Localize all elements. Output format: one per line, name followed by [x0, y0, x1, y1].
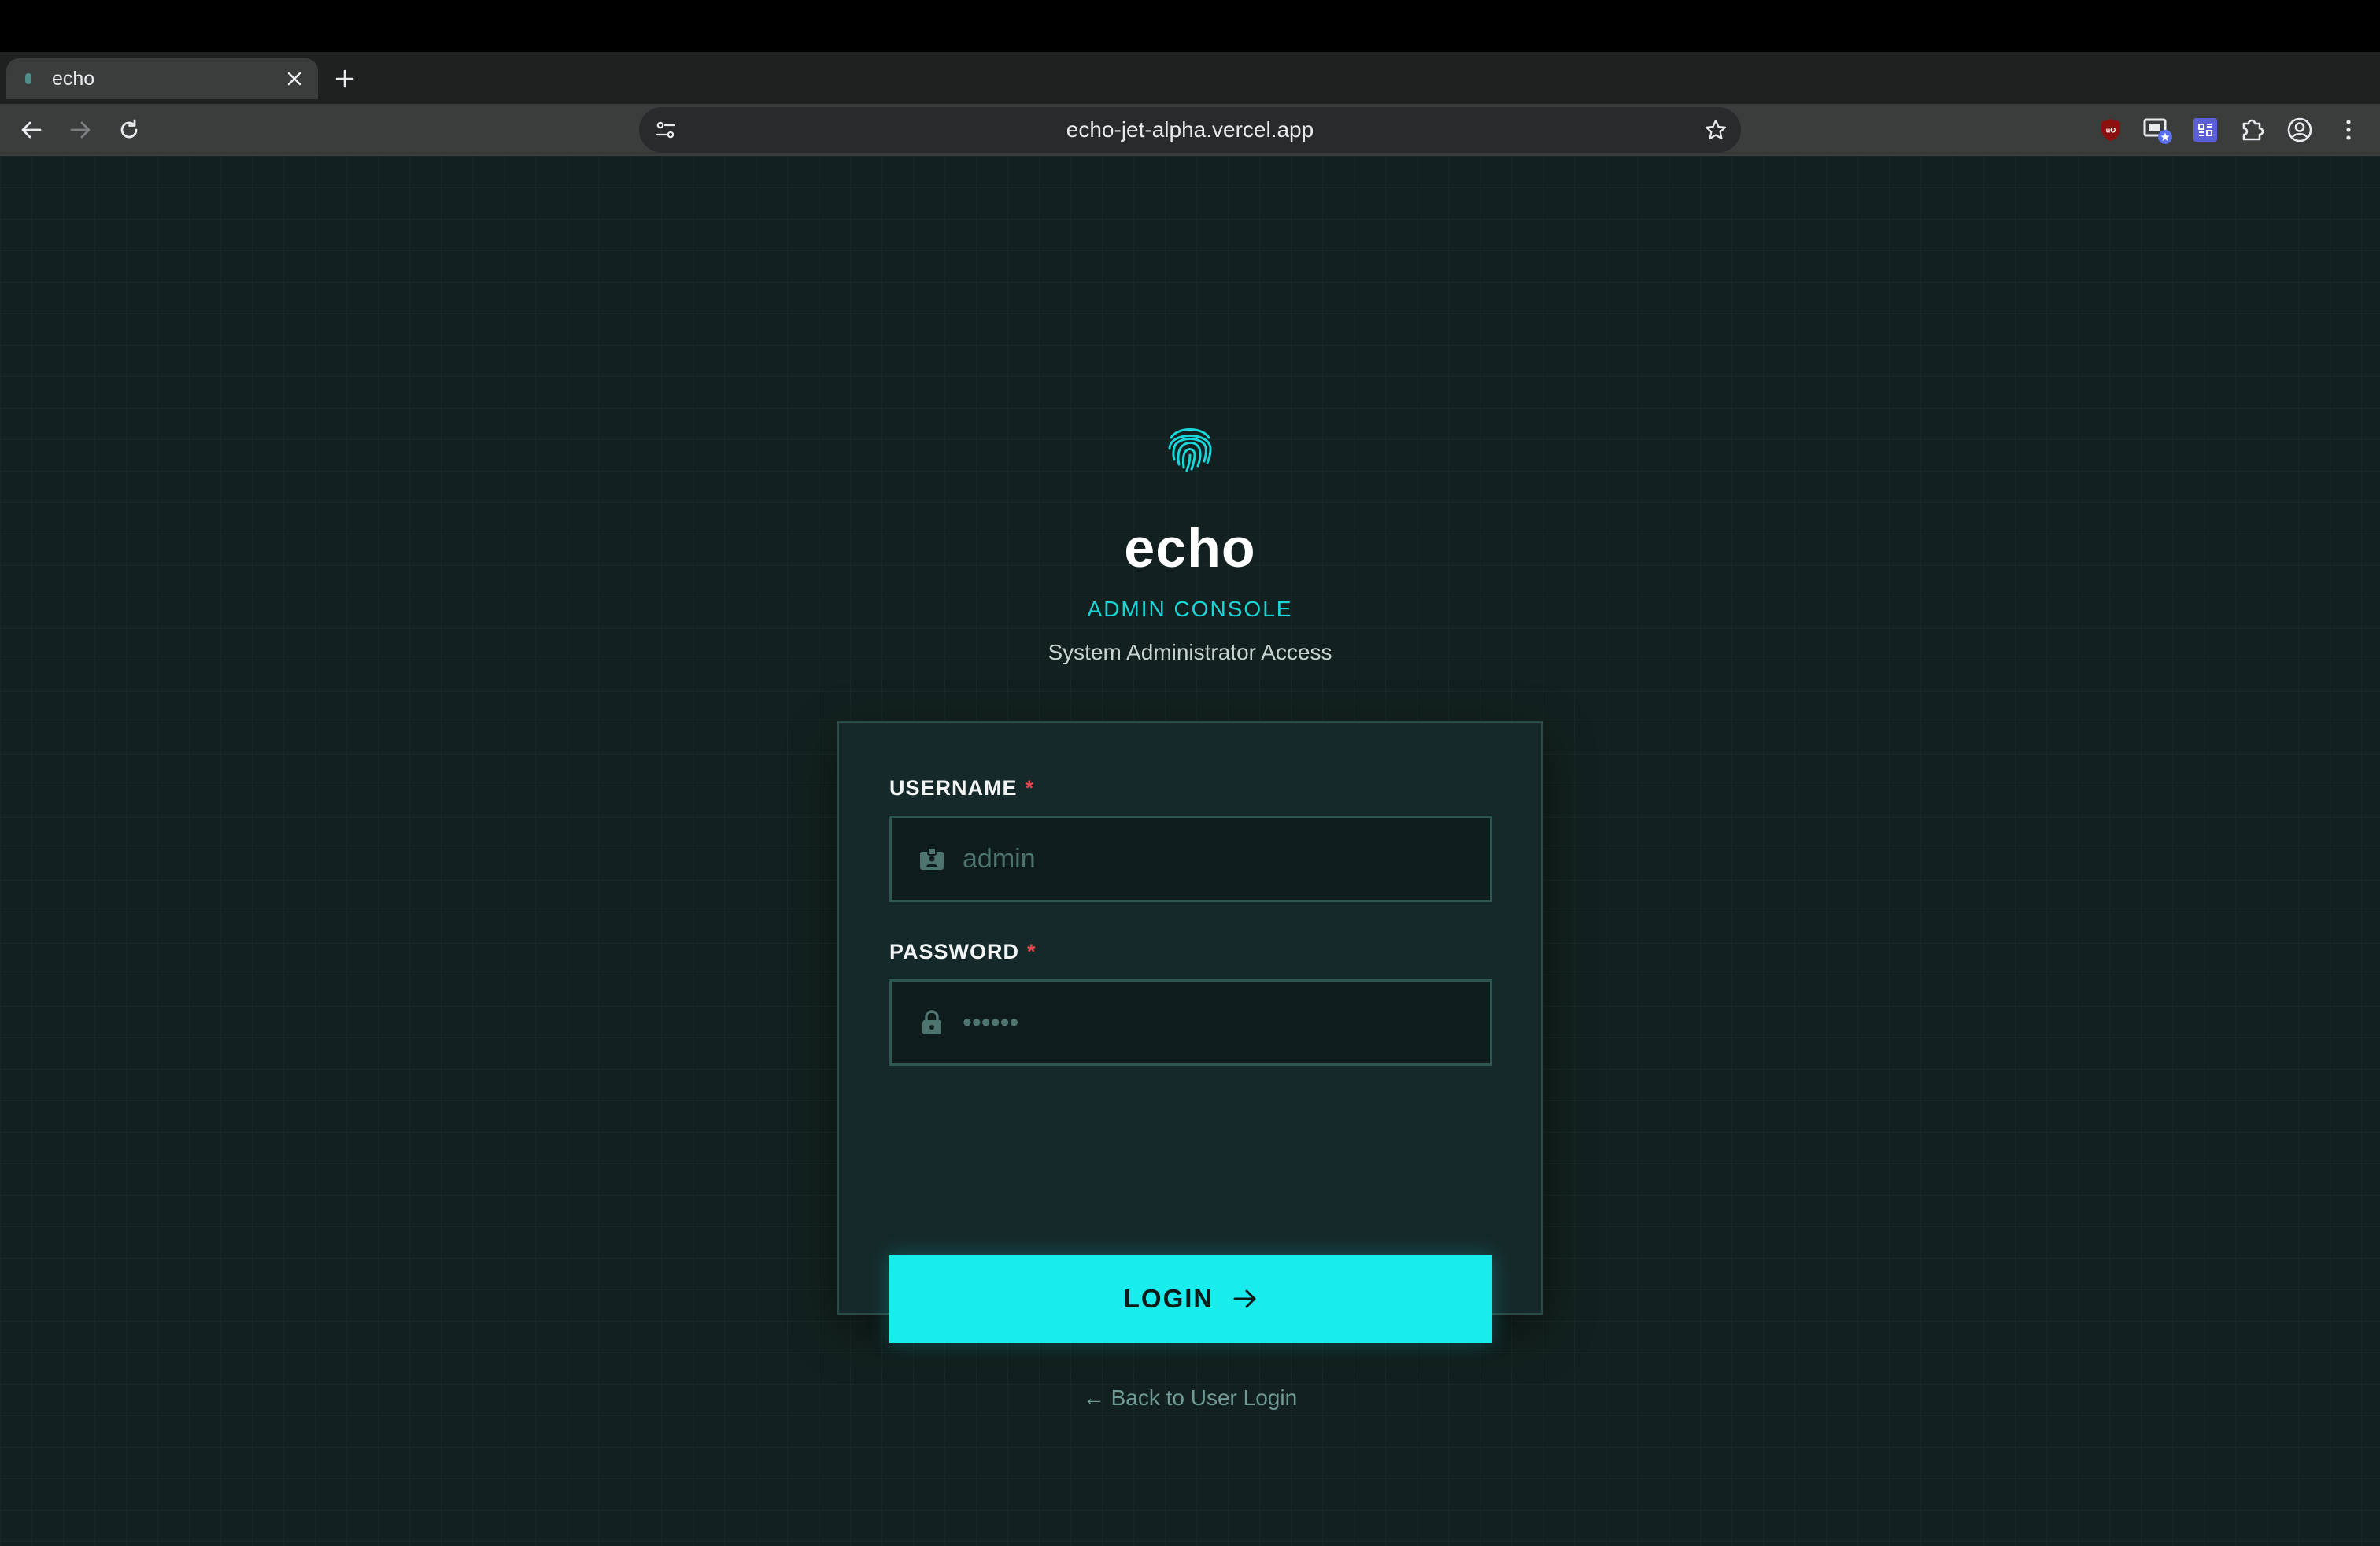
- echo-favicon-icon: [25, 73, 31, 84]
- password-field[interactable]: [889, 979, 1492, 1066]
- username-input[interactable]: [963, 843, 1466, 875]
- arrow-right-icon: [1232, 1287, 1258, 1311]
- login-card: USERNAME * PASSWORD * LOGIN ← Back to User…: [837, 721, 1543, 1410]
- login-button[interactable]: LOGIN: [889, 1255, 1492, 1343]
- browser-tab[interactable]: echo: [6, 58, 318, 99]
- console-label: ADMIN CONSOLE: [1087, 597, 1293, 621]
- picture-in-picture-extension-icon[interactable]: [2142, 114, 2174, 146]
- id-badge-icon: [915, 842, 948, 875]
- tab-title: echo: [52, 67, 95, 90]
- required-marker: *: [1027, 940, 1037, 963]
- extension-icon[interactable]: [2190, 114, 2221, 146]
- reload-icon[interactable]: [110, 111, 148, 149]
- os-menu-bar: [0, 0, 2380, 52]
- extensions-puzzle-icon[interactable]: [2237, 114, 2268, 146]
- page-subtitle: System Administrator Access: [1048, 640, 1332, 664]
- profile-icon[interactable]: [2284, 114, 2315, 146]
- password-label-text: PASSWORD: [889, 940, 1020, 963]
- new-tab-icon[interactable]: [329, 63, 360, 94]
- ublock-extension-icon[interactable]: uO: [2095, 114, 2127, 146]
- back-to-user-login-link[interactable]: ← Back to User Login: [839, 1385, 1541, 1411]
- address-bar[interactable]: echo-jet-alpha.vercel.app: [639, 107, 1741, 153]
- required-marker: *: [1025, 776, 1035, 800]
- username-label: USERNAME *: [889, 776, 1034, 801]
- username-label-text: USERNAME: [889, 776, 1018, 800]
- password-input[interactable]: [963, 1007, 1466, 1038]
- lock-icon: [915, 1006, 948, 1039]
- svg-text:uO: uO: [2106, 127, 2116, 135]
- back-icon[interactable]: [13, 111, 50, 149]
- page-body: echo ADMIN CONSOLE System Administrator …: [0, 156, 2380, 1546]
- close-tab-icon[interactable]: [279, 63, 310, 94]
- fingerprint-icon: [1162, 420, 1218, 477]
- browser-tab-strip: echo: [0, 52, 2380, 104]
- forward-icon[interactable]: [61, 111, 99, 149]
- browser-toolbar: echo-jet-alpha.vercel.app uO: [0, 104, 2380, 156]
- url-text: echo-jet-alpha.vercel.app: [1066, 117, 1314, 142]
- bookmark-star-icon[interactable]: [1700, 114, 1731, 146]
- password-label: PASSWORD *: [889, 940, 1037, 964]
- menu-icon[interactable]: [2333, 114, 2364, 146]
- username-field[interactable]: [889, 816, 1492, 902]
- login-button-label: LOGIN: [1123, 1284, 1214, 1313]
- app-name: echo: [1124, 517, 1256, 579]
